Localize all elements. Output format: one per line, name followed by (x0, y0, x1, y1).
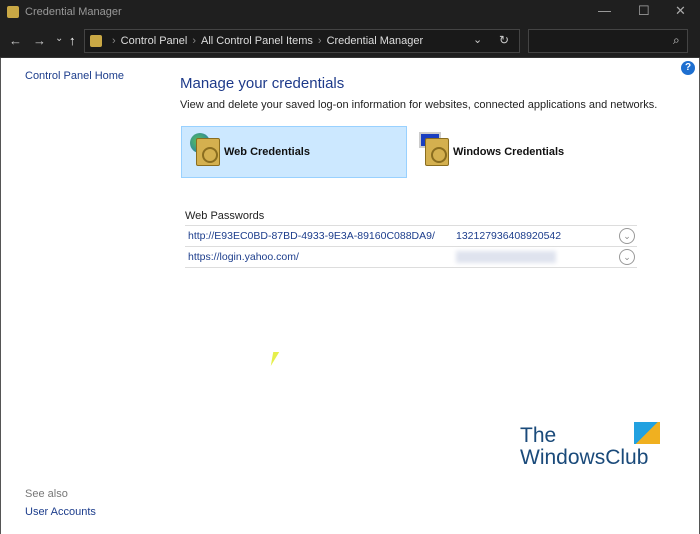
minimize-button[interactable]: — (598, 3, 611, 18)
maximize-button[interactable]: ☐ (638, 3, 650, 19)
breadcrumb-control-panel[interactable]: Control Panel (121, 35, 188, 47)
breadcrumb-all-items[interactable]: All Control Panel Items (201, 35, 313, 47)
credential-row[interactable]: https://login.yahoo.com/ ⌄ (185, 246, 637, 267)
expand-chevron-icon[interactable]: ⌄ (619, 228, 635, 244)
breadcrumb: › Control Panel › All Control Panel Items › C… (112, 35, 424, 47)
page-description: View and delete your saved log-on inform… (180, 99, 658, 111)
web-credentials-tile[interactable]: Web Credentials (181, 126, 407, 178)
address-bar[interactable]: › Control Panel › All Control Panel Items › C… (84, 29, 520, 53)
breadcrumb-credential-manager[interactable]: Credential Manager (327, 35, 424, 47)
credential-url: http://E93EC0BD-87BD-4933-9E3A-89160C088… (188, 230, 435, 242)
search-icon[interactable]: ⌕ (673, 33, 680, 48)
expand-chevron-icon[interactable]: ⌄ (619, 249, 635, 265)
watermark: The WindowsClub (520, 425, 648, 469)
credential-user: 132127936408920542 (456, 230, 562, 242)
window-title: Credential Manager (25, 6, 122, 18)
watermark-line2: WindowsClub (520, 446, 649, 469)
help-icon[interactable]: ? (681, 61, 695, 75)
credential-manager-icon (7, 6, 19, 18)
address-dropdown-icon[interactable]: ⌄ (473, 33, 482, 46)
page-title: Manage your credentials (180, 75, 345, 92)
close-button[interactable]: ✕ (675, 3, 686, 19)
vault-icon (425, 138, 449, 166)
tile-label: Web Credentials (224, 146, 310, 158)
watermark-logo-icon (634, 422, 660, 444)
recent-locations-icon[interactable]: ⌄ (55, 33, 63, 44)
watermark-line1: The (520, 424, 557, 447)
control-panel-icon (90, 35, 102, 47)
section-heading: Web Passwords (185, 210, 265, 222)
up-arrow-icon[interactable]: ↑ (69, 33, 76, 48)
refresh-icon[interactable]: ↻ (499, 33, 509, 47)
credential-row[interactable]: http://E93EC0BD-87BD-4933-9E3A-89160C088… (185, 225, 637, 246)
vault-icon (196, 138, 220, 166)
back-arrow-icon[interactable]: ← (9, 33, 22, 48)
navigation-bar: ← → ⌄ ↑ › Control Panel › All Control Panel… (0, 24, 700, 58)
forward-arrow-icon[interactable]: → (33, 33, 46, 48)
control-panel-home-link[interactable]: Control Panel Home (25, 70, 124, 82)
divider (185, 267, 637, 268)
see-also-label: See also (25, 488, 68, 500)
credential-url: https://login.yahoo.com/ (188, 251, 299, 263)
tile-label: Windows Credentials (453, 146, 565, 158)
search-input[interactable]: ⌕ (528, 29, 688, 53)
user-accounts-link[interactable]: User Accounts (25, 506, 96, 518)
title-bar: Credential Manager — ☐ ✕ (0, 0, 700, 24)
blurred-username (456, 251, 556, 263)
windows-credentials-tile[interactable]: Windows Credentials (411, 126, 637, 178)
